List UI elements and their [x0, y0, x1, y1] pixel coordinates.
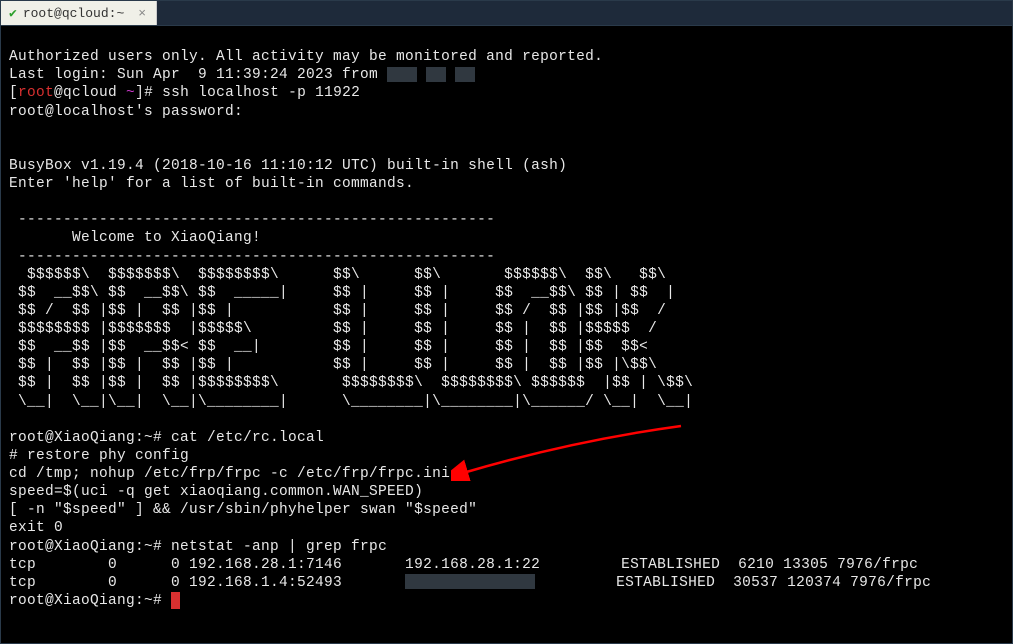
tab-title: root@qcloud:~ — [23, 6, 124, 21]
rc-line: # restore phy config — [9, 448, 189, 464]
redacted-ip — [387, 67, 417, 82]
tab-root-qcloud[interactable]: ✔ root@qcloud:~ × — [1, 1, 157, 25]
bracket: [ — [9, 85, 18, 101]
prompt-xiaoqiang: root@XiaoQiang:~# — [9, 539, 171, 555]
netstat-row: ESTABLISHED 30537 120374 7976/frpc — [535, 575, 931, 591]
rc-line: speed=$(uci -q get xiaoqiang.common.WAN_… — [9, 484, 423, 500]
netstat-row: tcp 0 0 192.168.1.4:52493 — [9, 575, 405, 591]
rc-line-frpc: cd /tmp; nohup /etc/frp/frpc -c /etc/frp… — [9, 466, 468, 482]
prompt-tilde: ~ — [126, 85, 135, 101]
annotation-arrow — [451, 421, 701, 481]
prompt-user: root — [18, 85, 54, 101]
ascii-art: $$ __$$\ $$ __$$\ $$ _____| $$ | $$ | $$… — [9, 285, 675, 301]
rc-line: [ -n "$speed" ] && /usr/sbin/phyhelper s… — [9, 502, 477, 518]
cmd-netstat: netstat -anp | grep frpc — [171, 539, 387, 555]
rc-line: exit 0 — [9, 520, 63, 536]
banner-line: ----------------------------------------… — [9, 212, 495, 228]
line-lastlogin: Last login: Sun Apr 9 11:39:24 2023 from — [9, 67, 387, 83]
line-password: root@localhost's password: — [9, 104, 243, 120]
banner-line: ----------------------------------------… — [9, 249, 495, 265]
cmd-ssh: ssh localhost -p 11922 — [162, 85, 360, 101]
ascii-art: $$ / $$ |$$ | $$ |$$ | $$ | $$ | $$ / $$… — [9, 303, 666, 319]
prompt-xiaoqiang: root@XiaoQiang:~# — [9, 593, 171, 609]
terminal-window: ✔ root@qcloud:~ × Authorized users only.… — [0, 0, 1013, 644]
ascii-art: $$ __$$ |$$ __$$< $$ __| $$ | $$ | $$ | … — [9, 339, 648, 355]
redacted-ip — [455, 67, 475, 82]
prompt-xiaoqiang: root@XiaoQiang:~# — [9, 430, 171, 446]
netstat-row: tcp 0 0 192.168.28.1:7146 192.168.28.1:2… — [9, 557, 918, 573]
banner-welcome: Welcome to XiaoQiang! — [9, 230, 261, 246]
prompt-host: @qcloud — [54, 85, 126, 101]
ascii-art: $$ | $$ |$$ | $$ |$$ | $$ | $$ | $$ | $$… — [9, 357, 666, 373]
close-icon[interactable]: × — [138, 6, 146, 21]
line-busybox: BusyBox v1.19.4 (2018-10-16 11:10:12 UTC… — [9, 158, 567, 174]
ascii-art: $$ | $$ |$$ | $$ |$$$$$$$$\ $$$$$$$$\ $$… — [9, 375, 702, 391]
check-icon: ✔ — [9, 6, 17, 21]
ascii-art: $$$$$$$$ |$$$$$$$ |$$$$$\ $$ | $$ | $$ |… — [9, 321, 657, 337]
cmd-cat: cat /etc/rc.local — [171, 430, 324, 446]
line-auth: Authorized users only. All activity may … — [9, 49, 603, 65]
ascii-art: \__| \__|\__| \__|\________| \________|\… — [9, 394, 693, 410]
line-help: Enter 'help' for a list of built-in comm… — [9, 176, 414, 192]
redacted-ip — [426, 67, 446, 82]
cursor — [171, 592, 180, 609]
ascii-art: $$$$$$\ $$$$$$$\ $$$$$$$$\ $$\ $$\ $$$$$… — [9, 267, 666, 283]
terminal-content[interactable]: Authorized users only. All activity may … — [1, 26, 1012, 643]
tab-bar: ✔ root@qcloud:~ × — [1, 1, 1012, 26]
bracket: ]# — [135, 85, 162, 101]
redacted-addr — [405, 574, 535, 589]
